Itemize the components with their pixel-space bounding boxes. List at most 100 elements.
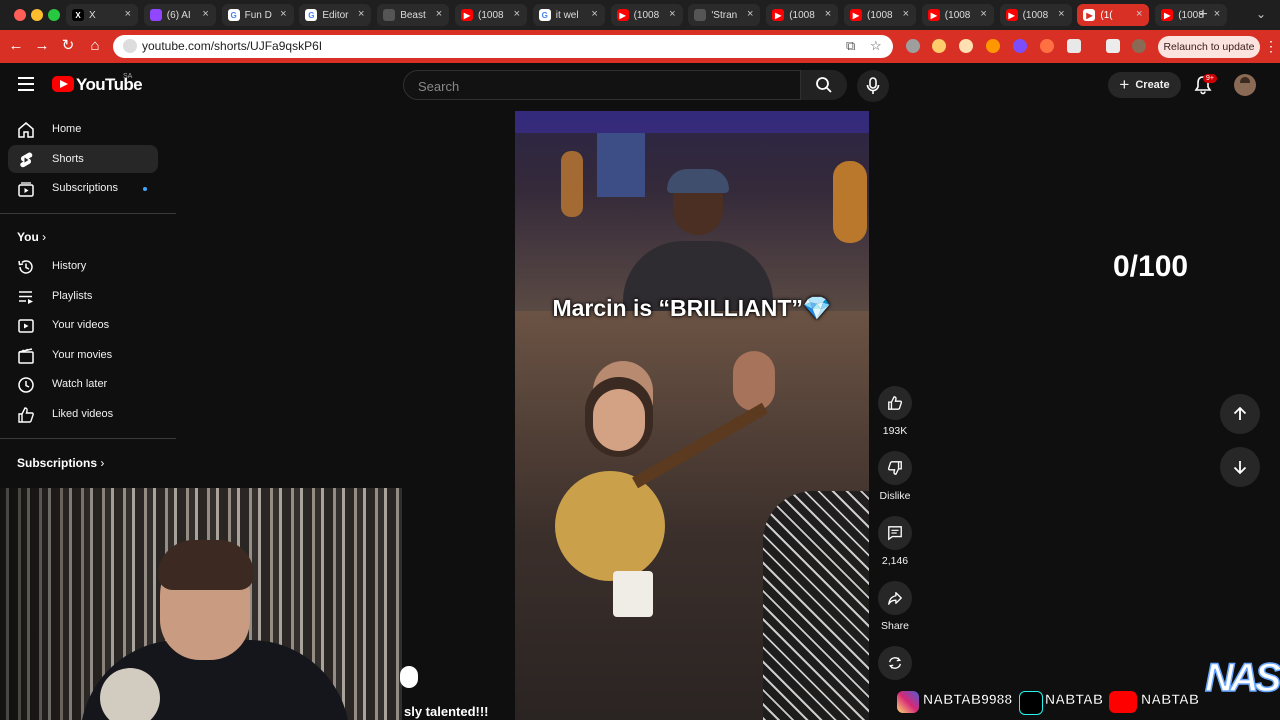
comments-button[interactable] — [878, 516, 912, 550]
close-tab-icon[interactable]: × — [202, 8, 208, 20]
sidebar-item-shorts[interactable]: Shorts — [8, 145, 158, 173]
extension-icon[interactable] — [1040, 39, 1054, 53]
browser-tab[interactable]: ▶ (1008 × — [844, 4, 916, 26]
sidebar-item-liked-videos[interactable]: Liked videos — [8, 400, 158, 428]
bookmark-star-icon[interactable]: ☆ — [870, 38, 882, 54]
google-favicon-icon: G — [227, 9, 240, 21]
thumbs-down-icon — [887, 461, 902, 475]
close-tab-icon[interactable]: × — [1058, 8, 1064, 20]
minimize-window-button[interactable] — [31, 9, 43, 21]
tab-title: 'Stran — [711, 9, 738, 21]
browser-tab[interactable]: ▶ (1008 × — [921, 4, 994, 26]
close-tab-icon[interactable]: × — [747, 8, 753, 20]
tab-title: Fun D — [244, 9, 272, 21]
close-tab-icon[interactable]: × — [280, 8, 286, 20]
browser-tab[interactable]: 'Stran × — [688, 4, 761, 26]
close-tab-icon[interactable]: × — [980, 8, 986, 20]
sidebar-item-label: Liked videos — [52, 408, 114, 420]
extension-icon[interactable] — [1013, 39, 1027, 53]
install-app-icon[interactable]: ⧉ — [846, 38, 855, 54]
close-tab-icon[interactable]: × — [125, 8, 131, 20]
comment-icon — [888, 526, 902, 541]
sidebar-item-your-movies[interactable]: Your movies — [8, 341, 158, 369]
browser-tab[interactable]: Beast × — [377, 4, 450, 26]
sidebar-item-history[interactable]: History — [8, 252, 158, 280]
browser-tab[interactable]: ▶ (1008 × — [610, 4, 683, 26]
browser-tab[interactable]: G Fun D × — [221, 4, 294, 26]
sidebar-item-your-videos[interactable]: Your videos — [8, 311, 158, 339]
browser-menu-icon[interactable]: ⋮ — [1264, 38, 1278, 55]
dislike-button[interactable] — [878, 451, 912, 485]
extensions-puzzle-icon[interactable] — [1067, 39, 1081, 53]
subscriptions-icon — [18, 182, 34, 197]
notification-count-badge: 9+ — [1203, 74, 1217, 83]
browser-tab[interactable]: X X × — [66, 4, 138, 26]
reading-list-icon[interactable] — [1106, 39, 1120, 53]
search-box[interactable] — [403, 70, 801, 101]
zoom-window-button[interactable] — [48, 9, 60, 21]
your-movies-icon — [18, 348, 34, 364]
browser-tab[interactable]: ▶ (1008 × — [455, 4, 527, 26]
site-info-icon[interactable] — [123, 39, 137, 53]
tab-search-icon[interactable]: ⌄ — [1256, 7, 1266, 21]
sidebar-item-subscriptions[interactable]: Subscriptions — [8, 174, 158, 202]
twitch-favicon-icon — [149, 9, 162, 21]
thumbs-up-icon — [888, 396, 903, 410]
extension-icon[interactable] — [906, 39, 920, 53]
comment-count: 2,146 — [881, 555, 909, 567]
extension-icon[interactable] — [932, 39, 946, 53]
close-tab-icon[interactable]: × — [669, 8, 675, 20]
close-tab-icon[interactable]: × — [358, 8, 364, 20]
close-tab-icon[interactable]: × — [825, 8, 831, 20]
browser-tab-strip: X X × (6) AI × G Fun D × G Editor × Beast × ▶ (1008 × Gi… — [0, 0, 1280, 30]
subscriptions-section-heading[interactable]: Subscriptions › — [17, 456, 104, 470]
close-window-button[interactable] — [14, 9, 26, 21]
sidebar-item-home[interactable]: Home — [8, 115, 158, 143]
google-favicon-icon: G — [305, 9, 318, 21]
close-tab-icon[interactable]: × — [1214, 8, 1220, 20]
youtube-icon — [1109, 691, 1137, 713]
close-tab-icon[interactable]: × — [591, 8, 597, 20]
back-icon[interactable]: ← — [8, 38, 24, 54]
previous-short-button[interactable] — [1220, 394, 1260, 434]
remix-button[interactable] — [878, 646, 912, 680]
like-button[interactable] — [878, 386, 912, 420]
browser-tab[interactable]: ▶ (1008 × — [766, 4, 839, 26]
extension-icon[interactable] — [959, 39, 973, 53]
reload-icon[interactable]: ↻ — [60, 38, 76, 54]
browser-tab[interactable]: Git wel × — [532, 4, 605, 26]
create-label: Create — [1135, 79, 1170, 91]
search-input[interactable] — [416, 71, 780, 101]
close-tab-icon[interactable]: × — [514, 8, 520, 20]
guide-menu-icon[interactable] — [18, 77, 34, 91]
next-short-button[interactable] — [1220, 447, 1260, 487]
you-section-heading[interactable]: You › — [17, 230, 46, 244]
browser-tab[interactable]: ▶ (1(× — [1077, 4, 1150, 26]
browser-tab[interactable]: G Editor × — [299, 4, 372, 26]
share-icon — [888, 592, 902, 605]
browser-tab[interactable]: ▶ (1008 × — [999, 4, 1072, 26]
account-avatar[interactable] — [1234, 74, 1256, 96]
tab-title: (6) AI — [166, 9, 191, 21]
browser-tab[interactable]: (6) AI × — [143, 4, 216, 26]
youtube-logo-icon[interactable] — [52, 76, 74, 92]
region-code: SA — [123, 73, 133, 80]
address-bar[interactable]: youtube.com/shorts/UJFa9qskP6I ⧉ ☆ — [113, 35, 893, 58]
voice-search-button[interactable] — [857, 70, 889, 102]
browser-tab[interactable]: ▶ (1008 × — [1155, 4, 1228, 26]
profile-avatar[interactable] — [1132, 39, 1146, 53]
sidebar-item-playlists[interactable]: Playlists — [8, 282, 158, 310]
relaunch-button[interactable]: Relaunch to update — [1158, 36, 1260, 58]
create-button[interactable]: + Create — [1108, 72, 1181, 98]
close-tab-icon[interactable]: × — [903, 8, 909, 20]
shorts-video-player[interactable]: Marcin is “BRILLIANT”💎 — [515, 111, 869, 720]
forward-icon[interactable]: → — [34, 38, 50, 54]
sidebar-item-watch-later[interactable]: Watch later — [8, 370, 158, 398]
close-tab-icon[interactable]: × — [436, 8, 442, 20]
new-tab-button[interactable]: + — [1195, 7, 1211, 23]
close-tab-icon[interactable]: × — [1136, 8, 1142, 20]
search-button[interactable] — [801, 70, 847, 100]
share-button[interactable] — [878, 581, 912, 615]
home-browser-icon[interactable]: ⌂ — [87, 38, 103, 54]
extension-icon[interactable] — [986, 39, 1000, 53]
